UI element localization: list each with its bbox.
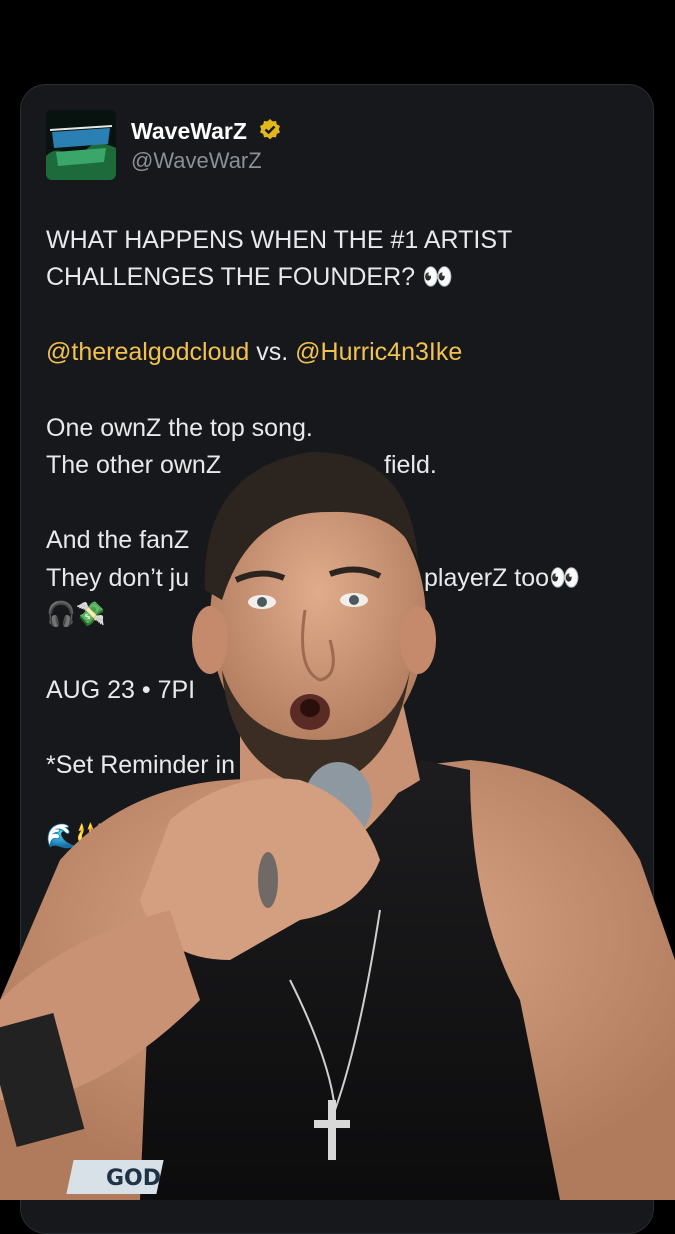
person-overlay-image: [0, 451, 675, 1200]
tweet-line-2: CHALLENGES THE FOUNDER? 👀: [46, 263, 454, 291]
mention-hurric4n3ike[interactable]: @Hurric4n3Ike: [295, 338, 462, 366]
tweet-mentions-line: @therealgodcloud vs. @Hurric4n3Ike: [46, 334, 626, 371]
vs-text: vs.: [249, 338, 296, 366]
tweet-line-1: WHAT HAPPENS WHEN THE #1 ARTIST: [46, 226, 513, 254]
wavewarz-logo-icon: [46, 110, 116, 180]
verified-badge-icon: [260, 119, 280, 140]
author-handle[interactable]: @WaveWarZ: [131, 148, 262, 174]
wavewarz-avatar[interactable]: [46, 110, 116, 180]
mention-therealgodcloud[interactable]: @therealgodcloud: [46, 338, 249, 366]
author-name[interactable]: WaveWarZ: [131, 118, 247, 145]
god-badge-text: GOD: [106, 1166, 162, 1191]
